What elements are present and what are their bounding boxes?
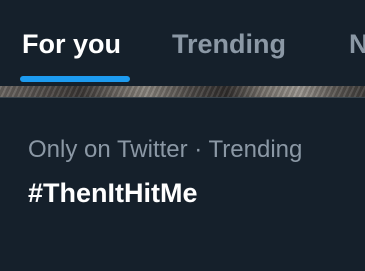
- hero-image-strip: [0, 86, 365, 97]
- trend-hashtag: #ThenItHitMe: [28, 178, 198, 208]
- active-tab-indicator: [20, 76, 130, 82]
- tab-next-partial[interactable]: N: [349, 27, 365, 61]
- trend-context-label: Only on Twitter · Trending: [28, 136, 303, 163]
- tab-for-you[interactable]: For you: [22, 27, 121, 61]
- tab-trending[interactable]: Trending: [172, 27, 286, 61]
- trend-item[interactable]: Only on Twitter · Trending #ThenItHitMe: [0, 98, 365, 271]
- tab-bar: For you Trending N: [0, 0, 365, 86]
